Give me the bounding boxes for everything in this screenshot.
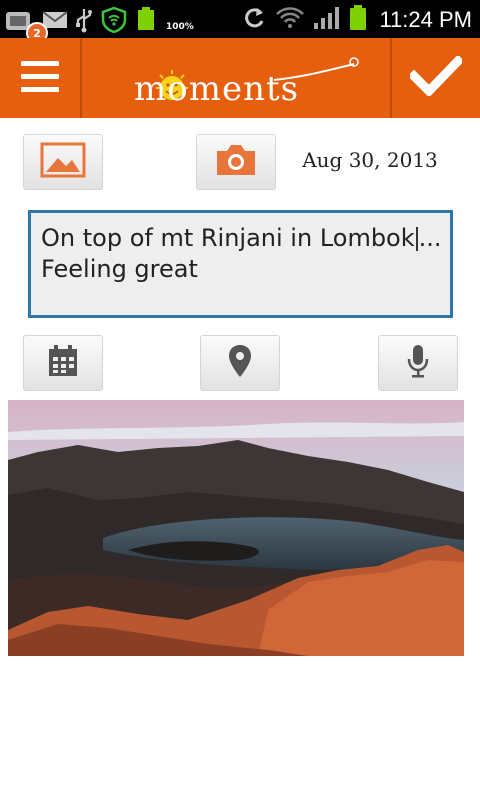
text-caret — [415, 227, 418, 251]
calendar-button[interactable] — [23, 335, 103, 391]
microphone-icon — [405, 343, 431, 383]
battery-charging-icon — [134, 6, 158, 38]
voice-input-button[interactable] — [378, 335, 458, 391]
picture-icon — [40, 142, 86, 182]
menu-button[interactable] — [0, 38, 80, 118]
signal-icon — [313, 5, 341, 35]
entry-date[interactable]: Aug 30, 2013 — [290, 148, 450, 172]
checkmark-icon — [407, 54, 465, 100]
menu-icon — [21, 59, 59, 97]
location-pin-icon — [227, 343, 253, 383]
app-logo: moments — [124, 50, 364, 110]
attached-photo[interactable] — [8, 400, 464, 656]
battery-icon — [349, 4, 367, 36]
action-bar-divider — [80, 38, 82, 118]
action-bar: moments — [0, 38, 480, 118]
status-bar-system: 11:24 PM — [241, 4, 472, 36]
clock: 11:24 PM — [379, 7, 472, 32]
location-button[interactable] — [200, 335, 280, 391]
note-line-2: Feeling great — [41, 255, 198, 283]
save-button[interactable] — [392, 38, 480, 118]
note-text-before-caret: On top of mt Rinjani in Lombok — [41, 224, 415, 252]
note-line-1: On top of mt Rinjani in Lombok... — [41, 223, 440, 254]
calendar-icon — [47, 344, 79, 382]
status-bar: 2 100% 11:24 PM — [0, 0, 480, 44]
note-text-after-caret: ... — [418, 224, 440, 252]
gallery-button[interactable] — [23, 134, 103, 190]
camera-icon — [213, 142, 259, 182]
sync-icon — [241, 5, 267, 35]
usb-icon — [74, 7, 94, 37]
note-text-input[interactable]: On top of mt Rinjani in Lombok... Feelin… — [28, 210, 453, 318]
wifi-icon — [275, 6, 305, 34]
shield-icon — [100, 6, 128, 38]
battery-percent-label: 100% — [166, 22, 194, 32]
app-logo-text: moments — [134, 69, 299, 109]
camera-button[interactable] — [196, 134, 276, 190]
status-bar-notifications: 2 — [4, 6, 158, 44]
